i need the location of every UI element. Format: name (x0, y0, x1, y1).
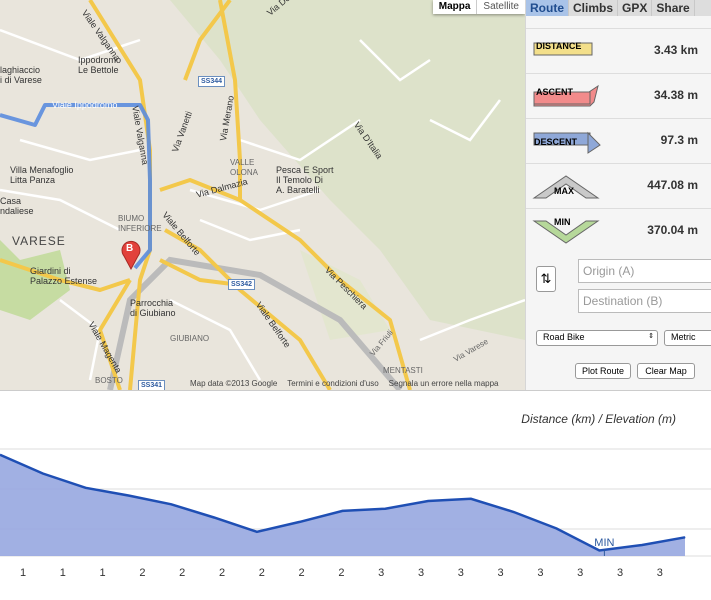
x-tick-label: 2 (219, 567, 225, 579)
map-type-satellite-button[interactable]: Satellite (476, 0, 525, 14)
stat-max-value: 447.08 m (647, 178, 698, 192)
label-casa-ndaliese: Casa ndaliese (0, 196, 34, 216)
elevation-point (470, 498, 472, 500)
x-tick-label: 3 (378, 567, 384, 579)
elevation-point (384, 508, 386, 510)
elevation-title: Distance (km) / Elevation (m) (521, 412, 676, 426)
plot-route-button[interactable]: Plot Route (575, 363, 631, 379)
chevron-updown-icon: ⇕ (648, 333, 654, 340)
x-tick-label: 1 (20, 567, 26, 579)
label-ss342: SS342 (228, 279, 256, 290)
x-tick-label: 2 (259, 567, 265, 579)
stat-distance-value: 3.43 km (653, 43, 698, 57)
elevation-point (299, 521, 301, 523)
elevation-point (42, 473, 44, 474)
x-tick-label: 1 (100, 567, 106, 579)
swap-endpoints-button[interactable]: ⇅ (536, 266, 556, 292)
map-type-map-button[interactable]: Mappa (433, 0, 477, 14)
map-type-control: Mappa Satellite (432, 0, 525, 14)
origin-input[interactable]: Origin (A) (578, 259, 711, 283)
x-tick-label: 3 (657, 567, 663, 579)
destination-marker[interactable]: B (120, 240, 142, 275)
x-tick-label: 3 (537, 567, 543, 579)
label-ss341: SS341 (138, 380, 166, 390)
stat-distance-label: DISTANCE (536, 41, 582, 51)
label-biumo: BIUMO INFERIORE (118, 214, 162, 233)
label-pesca: Pesca E Sport Il Temolo Di A. Baratelli (276, 165, 334, 195)
sidebar: Route Climbs GPX Share DISTANCE 3.43 km … (525, 0, 711, 390)
label-parrocchia: Parrocchia di Giubiano (130, 298, 176, 318)
elevation-point (342, 510, 343, 512)
clear-map-button[interactable]: Clear Map (637, 363, 695, 379)
tab-climbs[interactable]: Climbs (569, 0, 619, 16)
x-tick-label: 3 (577, 567, 583, 579)
destination-input[interactable]: Destination (B) (578, 289, 711, 313)
map-attribution: Map data ©2013 Google Termini e condizio… (190, 379, 499, 388)
min-label: MIN (594, 537, 614, 549)
stat-min-label: MIN (554, 217, 571, 227)
label-giubiano: GIUBIANO (170, 334, 210, 343)
x-tick-label: 3 (458, 567, 464, 579)
label-villa-menafoglio: Villa Menafoglio Litta Panza (10, 165, 74, 185)
elevation-point (598, 550, 600, 551)
report-error-link[interactable]: Segnala un errore nella mappa (389, 379, 499, 388)
stat-max: MAX 447.08 m (526, 163, 711, 207)
x-tick-label: 3 (617, 567, 623, 579)
x-tick-label: 1 (60, 567, 66, 579)
elevation-point (170, 503, 172, 505)
tab-route[interactable]: Route (526, 0, 569, 16)
stat-descent-label: DESCENT (534, 137, 578, 147)
elevation-point (513, 511, 515, 513)
terms-link[interactable]: Termini e condizioni d'uso (287, 379, 378, 388)
label-mentasti: MENTASTI (383, 366, 423, 375)
elevation-point (556, 528, 558, 529)
label-ss344: SS344 (198, 76, 226, 87)
label-laghiaccio: laghiaccio i di Varese (0, 65, 42, 85)
elevation-point (213, 517, 215, 518)
label-viale-ippodromo: Viale Ippodromo (52, 100, 118, 110)
stat-min-value: 370.04 m (647, 223, 698, 237)
bike-type-select[interactable]: Road Bike ⇕ (536, 330, 658, 346)
label-varese: VARESE (12, 234, 66, 248)
label-ippodromo-bettole: Ippodromo Le Bettole (78, 55, 122, 75)
label-bosto: BOSTO (95, 376, 123, 385)
swap-arrows-icon: ⇅ (540, 271, 552, 286)
tab-gpx[interactable]: GPX (618, 0, 653, 16)
elevation-point (256, 531, 258, 533)
stat-descent-value: 97.3 m (660, 133, 698, 147)
x-tick-label: 3 (498, 567, 504, 579)
elevation-point (641, 544, 643, 546)
bike-type-value: Road Bike (543, 332, 585, 342)
x-tick-label: 2 (338, 567, 344, 579)
label-giardini: Giardini di Palazzo Estense (30, 266, 98, 286)
elevation-point (85, 487, 87, 489)
x-tick-label: 2 (139, 567, 145, 579)
elevation-point (127, 495, 129, 496)
stat-ascent-label: ASCENT (536, 87, 574, 97)
label-valle-olona: VALLE OLONA (230, 158, 259, 177)
x-tick-label: 3 (418, 567, 424, 579)
stat-ascent-value: 34.38 m (653, 88, 698, 102)
app-root: di Velmaio Viale Valganna Via Dobbiaco I… (0, 0, 711, 600)
elevation-panel: Distance (km) / Elevation (m) MIN 1 1 1 2 2 2 2… (0, 390, 711, 600)
x-tick-label: 2 (179, 567, 185, 579)
marker-label: B (126, 243, 134, 254)
stat-max-label: MAX (554, 186, 574, 196)
elevation-point (684, 536, 686, 538)
unit-value: Metric (671, 332, 696, 342)
stat-ascent: ASCENT 34.38 m (526, 73, 711, 117)
sidebar-tabs: Route Climbs GPX Share (526, 0, 711, 16)
map-panel[interactable]: di Velmaio Viale Valganna Via Dobbiaco I… (0, 0, 525, 390)
elevation-point (427, 500, 429, 502)
tab-share[interactable]: Share (652, 0, 695, 16)
map-data-credit: Map data ©2013 Google (190, 379, 278, 388)
stat-descent: DESCENT 97.3 m (526, 118, 711, 162)
unit-select[interactable]: Metric (664, 330, 711, 346)
stat-min: MIN 370.04 m (526, 208, 711, 252)
stat-distance: DISTANCE 3.43 km (526, 28, 711, 72)
x-tick-label: 2 (299, 567, 305, 579)
